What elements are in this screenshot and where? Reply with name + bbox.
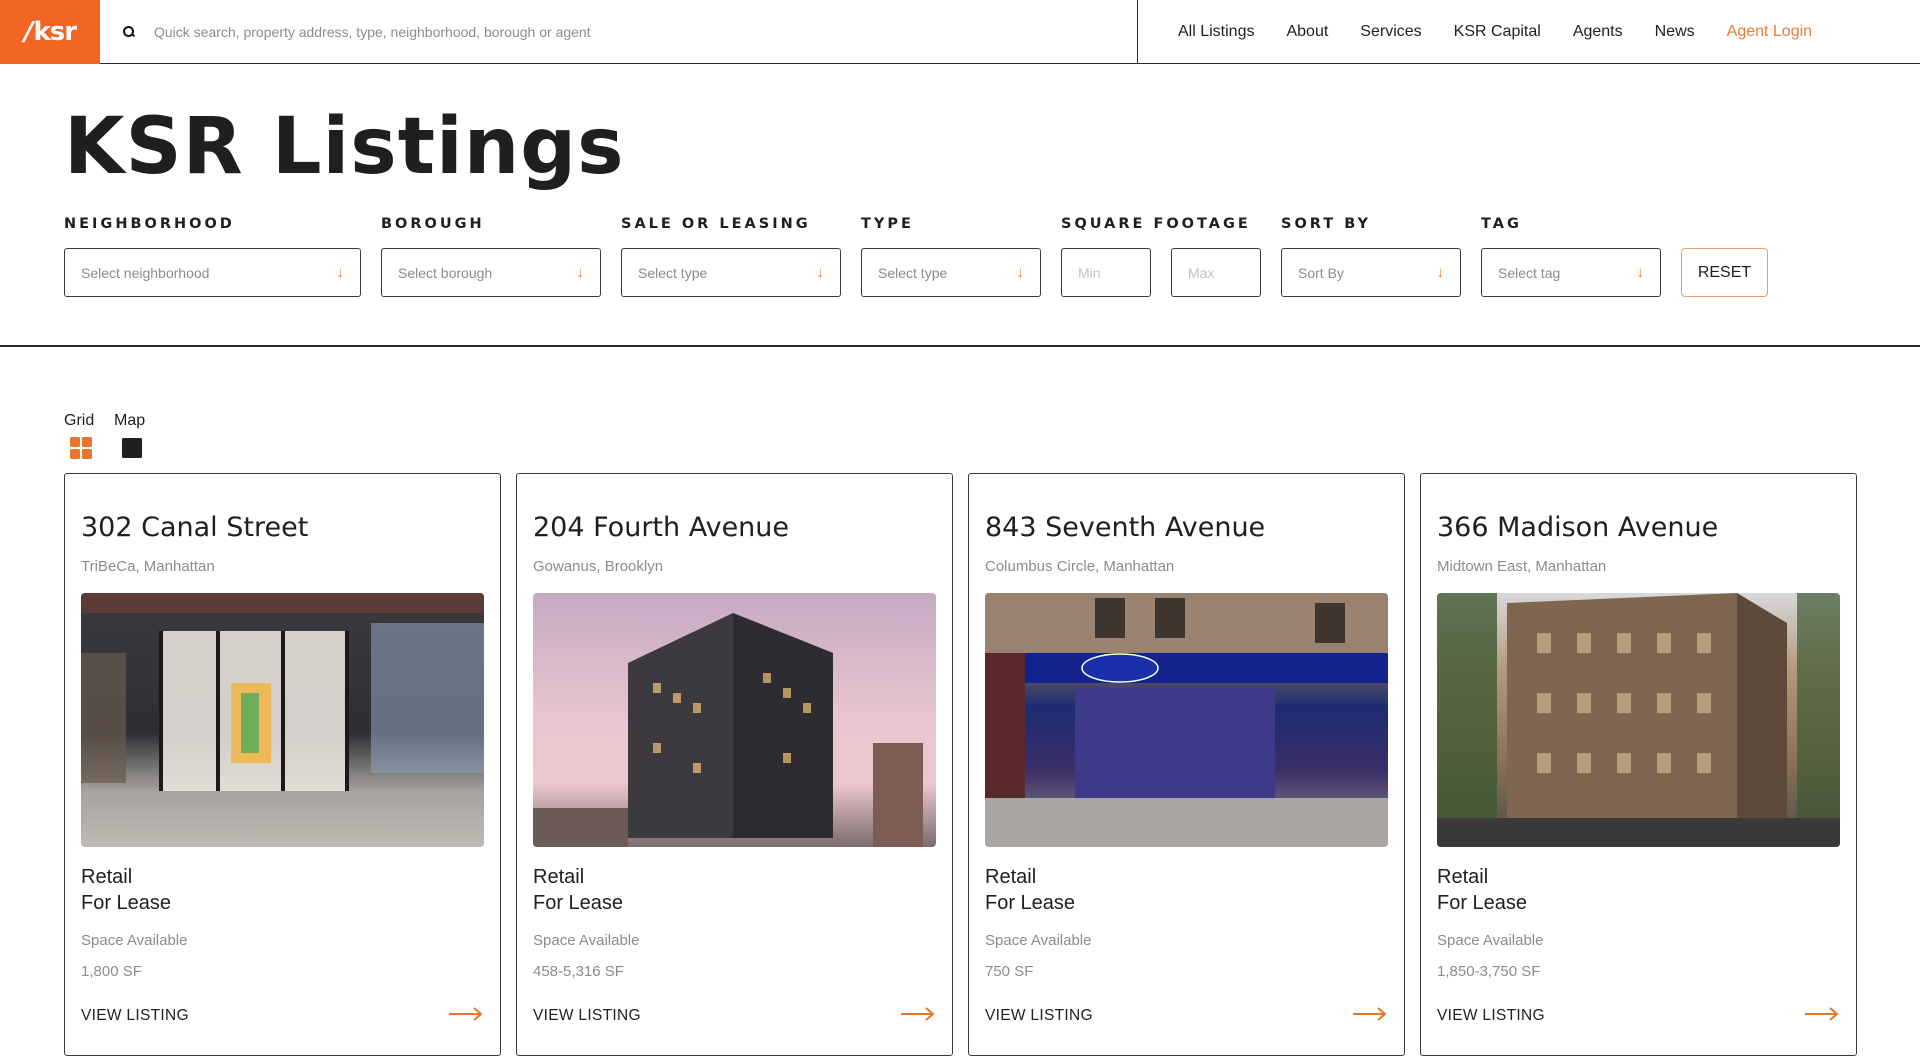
gift-shop-illustration — [985, 593, 1388, 847]
sort-by-select[interactable]: Sort By ↓ — [1281, 248, 1461, 297]
nav-about[interactable]: About — [1286, 23, 1328, 41]
nav-all-listings[interactable]: All Listings — [1178, 23, 1254, 41]
listing-photo[interactable] — [533, 593, 936, 847]
tower-illustration — [1437, 593, 1840, 847]
nav-services[interactable]: Services — [1360, 23, 1421, 41]
listing-photo[interactable] — [1437, 593, 1840, 847]
filter-label-square-footage: SQUARE FOOTAGE — [1061, 216, 1251, 232]
reset-button[interactable]: RESET — [1681, 248, 1768, 297]
arrow-down-icon: ↓ — [1436, 264, 1445, 281]
site-header: /ksr All Listings About Services KSR Cap… — [0, 0, 1920, 64]
listing-location: TriBeCa, Manhattan — [81, 558, 215, 575]
arrow-down-icon: ↓ — [336, 264, 345, 281]
nav-agent-login[interactable]: Agent Login — [1727, 23, 1812, 41]
arrow-down-icon: ↓ — [576, 264, 585, 281]
arrow-right-icon[interactable] — [448, 1006, 484, 1022]
borough-select-value: Select borough — [398, 264, 493, 281]
storefront-illustration — [81, 593, 484, 791]
space-available-label: Space Available — [985, 932, 1092, 949]
main-nav: All Listings About Services KSR Capital … — [1138, 0, 1920, 63]
space-available-label: Space Available — [1437, 932, 1544, 949]
nav-ksr-capital[interactable]: KSR Capital — [1454, 23, 1541, 41]
sale-or-leasing-select[interactable]: Select type ↓ — [621, 248, 841, 297]
view-listing-link[interactable]: VIEW LISTING — [1437, 1007, 1545, 1025]
map-square-icon[interactable] — [122, 438, 142, 458]
neighborhood-select-value: Select neighborhood — [81, 264, 210, 281]
listing-photo[interactable] — [985, 593, 1388, 847]
listing-size: 1,800 SF — [81, 963, 142, 980]
arrow-right-icon[interactable] — [1804, 1006, 1840, 1022]
listing-size: 458-5,316 SF — [533, 963, 624, 980]
listing-title[interactable]: 302 Canal Street — [81, 512, 308, 543]
building-illustration — [533, 613, 923, 847]
sqft-min-input[interactable]: Min — [1061, 248, 1151, 297]
filter-label-type: TYPE — [861, 216, 914, 232]
tag-select-value: Select tag — [1498, 264, 1561, 281]
listing-photo[interactable] — [81, 593, 484, 847]
listing-location: Gowanus, Brooklyn — [533, 558, 664, 575]
search-icon[interactable] — [122, 25, 136, 39]
filter-label-neighborhood: NEIGHBORHOOD — [64, 216, 235, 232]
ksr-logo[interactable]: / ksr — [0, 0, 100, 64]
listing-card[interactable]: 302 Canal Street TriBeCa, Manhattan Reta… — [64, 473, 501, 1056]
listing-card[interactable]: 366 Madison Avenue Midtown East, Manhatt… — [1420, 473, 1857, 1056]
type-select-value: Select type — [878, 264, 948, 281]
view-listing-link[interactable]: VIEW LISTING — [81, 1007, 189, 1025]
type-select[interactable]: Select type ↓ — [861, 248, 1041, 297]
view-listing-link[interactable]: VIEW LISTING — [533, 1007, 641, 1025]
arrow-right-icon[interactable] — [900, 1006, 936, 1022]
listing-title[interactable]: 204 Fourth Avenue — [533, 512, 789, 543]
listing-card[interactable]: 204 Fourth Avenue Gowanus, Brooklyn Reta… — [516, 473, 953, 1056]
map-view-label[interactable]: Map — [114, 412, 145, 430]
listing-location: Columbus Circle, Manhattan — [985, 558, 1175, 575]
sale-or-leasing-select-value: Select type — [638, 264, 708, 281]
listing-type: Retail For Lease — [1437, 866, 1528, 914]
grid-view-label[interactable]: Grid — [64, 412, 94, 430]
arrow-down-icon: ↓ — [816, 264, 825, 281]
borough-select[interactable]: Select borough ↓ — [381, 248, 601, 297]
tag-select[interactable]: Select tag ↓ — [1481, 248, 1661, 297]
grid-icon[interactable] — [70, 437, 92, 459]
sqft-max-input[interactable]: Max — [1171, 248, 1261, 297]
listing-type: Retail For Lease — [533, 866, 624, 914]
space-available-label: Space Available — [533, 932, 640, 949]
listing-title[interactable]: 366 Madison Avenue — [1437, 512, 1718, 543]
arrow-down-icon: ↓ — [1636, 264, 1645, 281]
search-input[interactable] — [154, 24, 1054, 40]
search-bar — [100, 0, 1138, 64]
nav-news[interactable]: News — [1655, 23, 1695, 41]
page-title: KSR Listings — [64, 102, 625, 192]
listing-size: 750 SF — [985, 963, 1034, 980]
filter-label-sort-by: SORT BY — [1281, 216, 1371, 232]
listing-location: Midtown East, Manhattan — [1437, 558, 1607, 575]
filter-label-sale-or-leasing: SALE OR LEASING — [621, 216, 811, 232]
listing-size: 1,850-3,750 SF — [1437, 963, 1541, 980]
listing-type: Retail For Lease — [81, 866, 172, 914]
neighborhood-select[interactable]: Select neighborhood ↓ — [64, 248, 361, 297]
space-available-label: Space Available — [81, 932, 188, 949]
filter-label-tag: TAG — [1481, 216, 1522, 232]
arrow-right-icon[interactable] — [1352, 1006, 1388, 1022]
sort-by-select-value: Sort By — [1298, 264, 1344, 281]
nav-agents[interactable]: Agents — [1573, 23, 1623, 41]
listing-title[interactable]: 843 Seventh Avenue — [985, 512, 1265, 543]
listing-type: Retail For Lease — [985, 866, 1076, 914]
view-listing-link[interactable]: VIEW LISTING — [985, 1007, 1093, 1025]
filter-label-borough: BOROUGH — [381, 216, 485, 232]
listing-card[interactable]: 843 Seventh Avenue Columbus Circle, Manh… — [968, 473, 1405, 1056]
filter-divider — [0, 345, 1920, 347]
arrow-down-icon: ↓ — [1016, 264, 1025, 281]
